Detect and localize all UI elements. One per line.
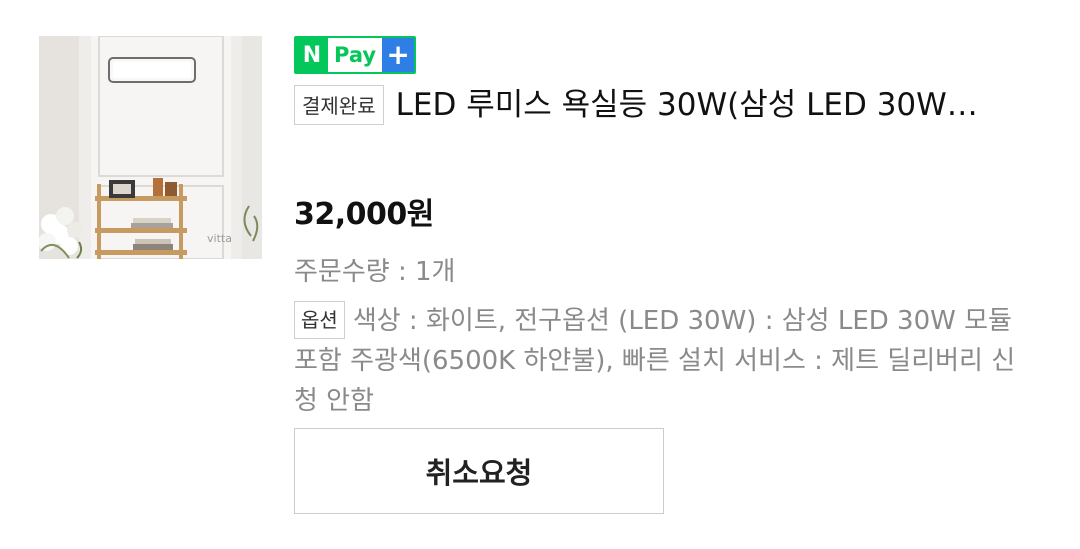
thumbnail-watermark: vitta xyxy=(207,232,232,245)
product-name-link[interactable]: LED 루미스 욕실등 30W(삼성 LED 30W 모듈포함 주광색) xyxy=(396,84,986,126)
cancel-request-button[interactable]: 취소요청 xyxy=(294,428,664,514)
order-status-badge: 결제완료 xyxy=(294,85,384,125)
naver-pay-plus-badge: N Pay + xyxy=(294,36,417,74)
option-badge: 옵션 xyxy=(294,301,345,339)
option-details: 옵션 색상 : 화이트, 전구옵션 (LED 30W) : 삼성 LED 30W … xyxy=(294,301,1024,421)
product-price: 32,000원 xyxy=(294,197,434,232)
option-text: 색상 : 화이트, 전구옵션 (LED 30W) : 삼성 LED 30W 모듈… xyxy=(294,306,1016,416)
naver-n-icon: N xyxy=(296,38,328,72)
product-thumbnail[interactable]: vitta xyxy=(39,36,262,259)
pay-label: Pay xyxy=(328,38,383,72)
product-title-row: 결제완료 LED 루미스 욕실등 30W(삼성 LED 30W 모듈포함 주광색… xyxy=(294,84,1054,126)
order-quantity: 주문수량 : 1개 xyxy=(294,257,456,287)
plus-icon: + xyxy=(382,38,415,72)
product-photo: vitta xyxy=(39,36,262,259)
